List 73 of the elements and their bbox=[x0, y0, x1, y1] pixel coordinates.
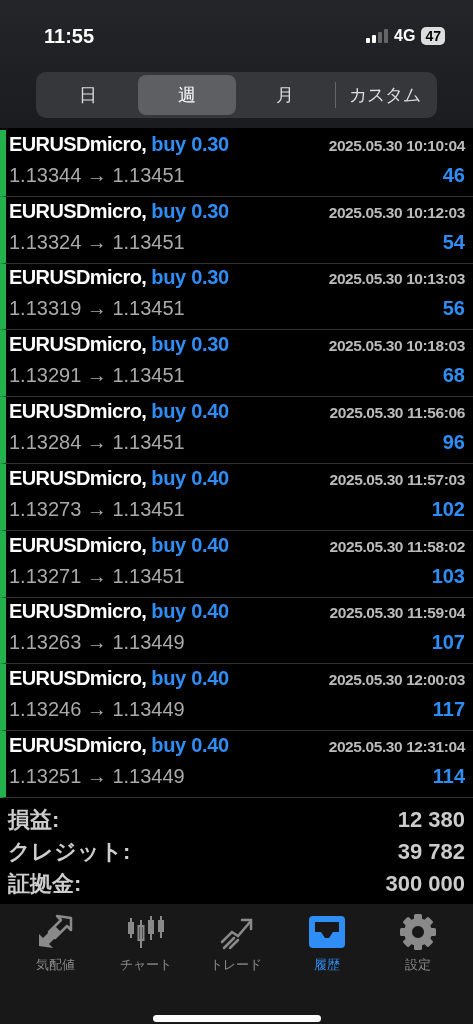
deal-time: 2025.05.30 11:58:02 bbox=[329, 537, 465, 556]
deal-symbol: EURUSDmicro, bbox=[9, 266, 147, 290]
deal-profit: 46 bbox=[442, 163, 465, 187]
deal-prices: 1.13284 → 1.13451 bbox=[9, 431, 185, 455]
deal-order: buy 0.40 bbox=[151, 734, 229, 758]
deal-time: 2025.05.30 12:00:03 bbox=[328, 671, 465, 690]
deal-profit: 68 bbox=[442, 364, 465, 388]
deal-symbol: EURUSDmicro, bbox=[9, 132, 147, 156]
deal-prices: 1.13271 → 1.13451 bbox=[9, 564, 185, 588]
deal-profit: 107 bbox=[431, 631, 465, 655]
deal-order: buy 0.40 bbox=[151, 600, 229, 624]
deal-profit: 102 bbox=[431, 497, 465, 521]
deal-order: buy 0.40 bbox=[151, 667, 229, 691]
period-tab[interactable]: 週 bbox=[137, 75, 236, 115]
deal-symbol: EURUSDmicro, bbox=[9, 600, 147, 624]
deal-prices: 1.13291 → 1.13451 bbox=[9, 364, 185, 388]
deal-profit: 96 bbox=[442, 431, 465, 455]
deal-time: 2025.05.30 11:59:04 bbox=[329, 604, 465, 623]
network-label: 4G bbox=[394, 27, 416, 45]
deal-time: 2025.05.30 10:18:03 bbox=[328, 337, 465, 356]
deal-profit: 56 bbox=[442, 297, 465, 321]
deal-row[interactable]: EURUSDmicro, buy 0.40 2025.05.30 12:31:04 1.13251 → 1.13449 114 bbox=[0, 731, 473, 798]
nav-tab[interactable]: 履歴 bbox=[287, 913, 368, 992]
status-time: 11:55 bbox=[44, 24, 95, 48]
deal-profit: 103 bbox=[431, 564, 465, 588]
deal-symbol: EURUSDmicro, bbox=[9, 466, 147, 490]
deal-order: buy 0.40 bbox=[151, 466, 229, 490]
nav-tab[interactable]: 気配値 bbox=[15, 913, 96, 992]
candlestick-icon bbox=[125, 913, 166, 950]
deal-symbol: EURUSDmicro, bbox=[9, 667, 147, 691]
summary-value: 300 000 bbox=[385, 870, 465, 897]
deal-order: buy 0.40 bbox=[151, 400, 229, 424]
deal-profit: 117 bbox=[432, 698, 465, 722]
deal-prices: 1.13324 → 1.13451 bbox=[9, 230, 185, 254]
deal-order: buy 0.30 bbox=[151, 199, 229, 223]
deal-order: buy 0.40 bbox=[151, 533, 229, 557]
period-tab[interactable]: 月 bbox=[236, 75, 335, 115]
deal-prices: 1.13344 → 1.13451 bbox=[9, 163, 185, 187]
deal-prices: 1.13319 → 1.13451 bbox=[9, 297, 185, 321]
deal-prices: 1.13251 → 1.13449 bbox=[9, 765, 185, 789]
deal-order: buy 0.30 bbox=[151, 333, 229, 357]
deal-time: 2025.05.30 11:57:03 bbox=[329, 470, 465, 489]
deal-time: 2025.05.30 11:56:06 bbox=[329, 404, 465, 423]
deal-prices: 1.13273 → 1.13451 bbox=[9, 497, 185, 521]
deal-time: 2025.05.30 10:12:03 bbox=[328, 203, 465, 222]
nav-tab[interactable]: チャート bbox=[105, 913, 186, 992]
deal-time: 2025.05.30 10:10:04 bbox=[328, 136, 465, 155]
deal-symbol: EURUSDmicro, bbox=[9, 199, 147, 223]
summary-label: 証拠金: bbox=[8, 869, 82, 898]
deal-symbol: EURUSDmicro, bbox=[9, 400, 147, 424]
deal-time: 2025.05.30 10:13:03 bbox=[328, 270, 465, 289]
deal-prices: 1.13263 → 1.13449 bbox=[9, 631, 185, 655]
summary-label: 損益: bbox=[8, 805, 60, 834]
deal-symbol: EURUSDmicro, bbox=[9, 533, 147, 557]
signal-icon bbox=[366, 29, 389, 43]
settings-icon bbox=[397, 913, 438, 950]
summary-value: 12 380 bbox=[397, 806, 465, 833]
deal-order: buy 0.30 bbox=[151, 266, 229, 290]
summary-value: 39 782 bbox=[397, 838, 465, 865]
battery-indicator: 47 bbox=[421, 27, 445, 45]
deal-prices: 1.13246 → 1.13449 bbox=[9, 698, 185, 722]
deal-profit: 114 bbox=[432, 765, 465, 789]
deal-profit: 54 bbox=[442, 230, 465, 254]
deal-symbol: EURUSDmicro, bbox=[9, 333, 147, 357]
nav-tab[interactable]: 設定 bbox=[377, 913, 458, 992]
deal-time: 2025.05.30 12:31:04 bbox=[328, 738, 465, 757]
summary-label: クレジット: bbox=[8, 837, 131, 866]
deal-order: buy 0.30 bbox=[151, 132, 229, 156]
nav-tab[interactable]: トレード bbox=[196, 913, 277, 992]
inbox-tray-icon bbox=[307, 913, 348, 950]
deal-symbol: EURUSDmicro, bbox=[9, 734, 147, 758]
period-tab[interactable]: 日 bbox=[39, 75, 138, 115]
period-tab[interactable]: カスタム bbox=[335, 75, 434, 115]
